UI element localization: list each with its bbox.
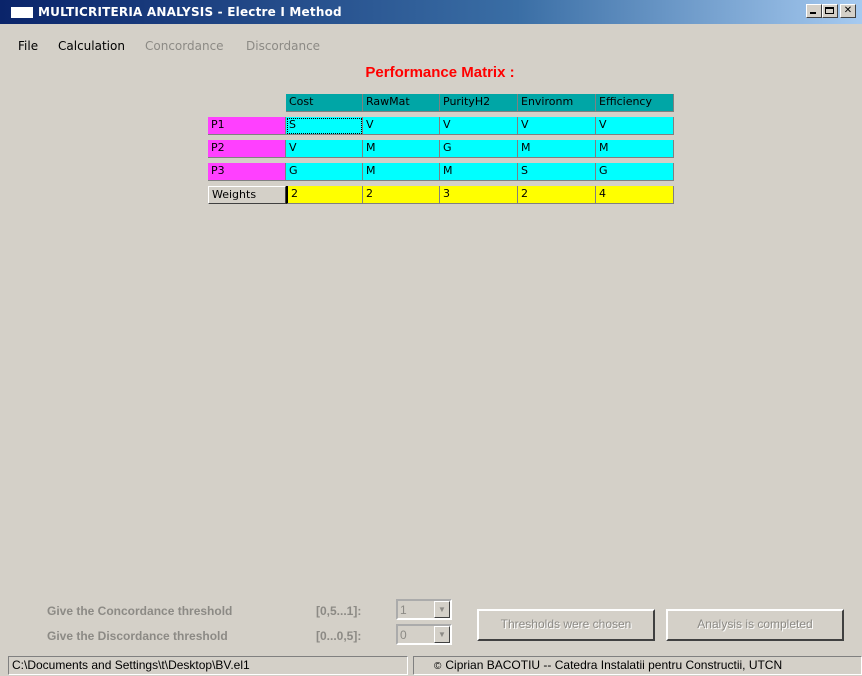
header-efficiency: Efficiency xyxy=(596,94,674,112)
cell-p3-efficiency[interactable]: G xyxy=(596,163,674,181)
cell-p1-environm[interactable]: V xyxy=(518,117,596,135)
close-button[interactable]: ✕ xyxy=(840,4,856,18)
minimize-icon xyxy=(810,12,816,14)
row-label-weights: Weights xyxy=(208,186,286,204)
copyright-icon: © xyxy=(434,661,442,672)
cell-p2-efficiency[interactable]: M xyxy=(596,140,674,158)
discordance-threshold-label: Give the Discordance threshold xyxy=(47,629,228,643)
menu-discordance[interactable]: Discordance xyxy=(246,39,320,53)
cell-p3-rawmat[interactable]: M xyxy=(363,163,440,181)
app-icon xyxy=(11,7,33,18)
close-icon: ✕ xyxy=(843,5,853,16)
weight-efficiency[interactable]: 4 xyxy=(596,186,674,204)
cell-p3-environm[interactable]: S xyxy=(518,163,596,181)
cell-p3-purityh2[interactable]: M xyxy=(440,163,518,181)
header-cost: Cost xyxy=(286,94,363,112)
status-bar: C:\Documents and Settings\t\Desktop\BV.e… xyxy=(0,654,862,676)
row-label-p2[interactable]: P2 xyxy=(208,140,286,158)
cell-p1-purityh2[interactable]: V xyxy=(440,117,518,135)
weight-cost[interactable]: 2 xyxy=(286,186,363,204)
file-path-panel: C:\Documents and Settings\t\Desktop\BV.e… xyxy=(8,656,408,675)
header-environm: Environm xyxy=(518,94,596,112)
chevron-down-icon[interactable]: ▼ xyxy=(434,626,450,643)
concordance-threshold-label: Give the Concordance threshold xyxy=(47,604,233,618)
row-label-p3[interactable]: P3 xyxy=(208,163,286,181)
weight-purityh2[interactable]: 3 xyxy=(440,186,518,204)
title-bar: MULTICRITERIA ANALYSIS - Electre I Metho… xyxy=(0,0,862,24)
discordance-threshold-select[interactable]: 0 ▼ xyxy=(396,624,452,645)
discordance-range-label: [0...0,5]: xyxy=(316,629,362,643)
chevron-down-icon[interactable]: ▼ xyxy=(434,601,450,618)
discordance-threshold-value: 0 xyxy=(400,628,407,642)
weight-environm[interactable]: 2 xyxy=(518,186,596,204)
analysis-completed-button[interactable]: Analysis is completed xyxy=(666,609,844,641)
credit-text: Ciprian BACOTIU -- Catedra Instalatii pe… xyxy=(445,658,783,672)
menu-calculation[interactable]: Calculation xyxy=(58,39,125,53)
menu-concordance[interactable]: Concordance xyxy=(145,39,224,53)
row-label-p1[interactable]: P1 xyxy=(208,117,286,135)
cell-p1-efficiency[interactable]: V xyxy=(596,117,674,135)
concordance-range-label: [0,5...1]: xyxy=(316,604,362,618)
concordance-threshold-select[interactable]: 1 ▼ xyxy=(396,599,452,620)
cell-p2-purityh2[interactable]: G xyxy=(440,140,518,158)
cell-p2-environm[interactable]: M xyxy=(518,140,596,158)
cell-p2-cost[interactable]: V xyxy=(286,140,363,158)
maximize-button[interactable] xyxy=(822,4,838,18)
window-title: MULTICRITERIA ANALYSIS - Electre I Metho… xyxy=(38,5,342,19)
header-rawmat: RawMat xyxy=(363,94,440,112)
cell-p3-cost[interactable]: G xyxy=(286,163,363,181)
cell-p1-rawmat[interactable]: V xyxy=(363,117,440,135)
header-purityh2: PurityH2 xyxy=(440,94,518,112)
cell-p1-cost[interactable]: S xyxy=(286,117,363,135)
cell-p2-rawmat[interactable]: M xyxy=(363,140,440,158)
minimize-button[interactable] xyxy=(806,4,822,18)
matrix-title: Performance Matrix : xyxy=(365,64,515,81)
thresholds-chosen-button[interactable]: Thresholds were chosen xyxy=(477,609,655,641)
weight-rawmat[interactable]: 2 xyxy=(363,186,440,204)
concordance-threshold-value: 1 xyxy=(400,603,407,617)
credit-panel: © Ciprian BACOTIU -- Catedra Instalatii p… xyxy=(413,656,862,675)
menu-file[interactable]: File xyxy=(18,39,38,53)
menu-bar: File Calculation Concordance Discordance xyxy=(0,37,862,57)
maximize-icon xyxy=(825,7,834,14)
